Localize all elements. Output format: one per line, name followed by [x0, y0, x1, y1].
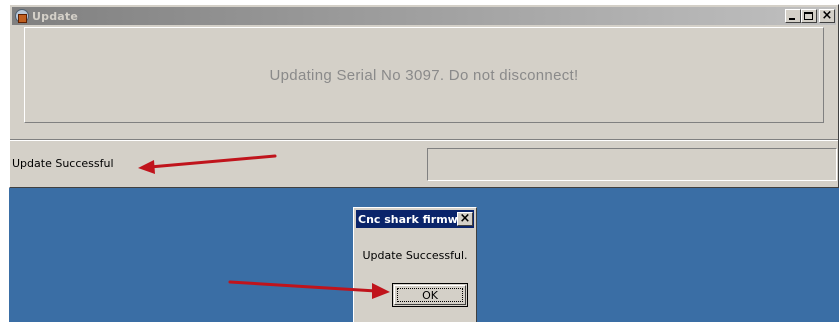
dialog-title: Cnc shark firmw... [358, 212, 457, 226]
update-message: Updating Serial No 3097. Do not disconne… [269, 66, 579, 84]
ok-button[interactable]: OK [392, 283, 468, 307]
update-window-titlebar[interactable]: Update × [12, 7, 836, 25]
minimize-icon [789, 18, 795, 20]
minimize-button[interactable] [785, 9, 801, 23]
dialog-message: Update Successful. [362, 249, 468, 262]
arrow-icon [228, 280, 390, 299]
dialog-titlebar[interactable]: Cnc shark firmw... × [356, 210, 474, 228]
dialog-close-button[interactable]: × [457, 211, 473, 226]
close-icon: × [459, 211, 471, 226]
close-button[interactable]: × [819, 8, 835, 23]
window-title: Update [32, 9, 79, 23]
ok-label: OK [397, 288, 463, 302]
update-message-panel: Updating Serial No 3097. Do not disconne… [24, 27, 824, 123]
firmware-dialog: Cnc shark firmw... × Update Successful. … [353, 207, 477, 322]
status-text: Update Successful [12, 157, 114, 170]
window-divider [10, 139, 838, 141]
progress-field [427, 148, 837, 181]
close-icon: × [821, 8, 833, 23]
maximize-button[interactable] [801, 9, 817, 23]
app-icon [14, 8, 30, 24]
arrow-icon [138, 154, 277, 174]
maximize-icon [804, 12, 813, 20]
